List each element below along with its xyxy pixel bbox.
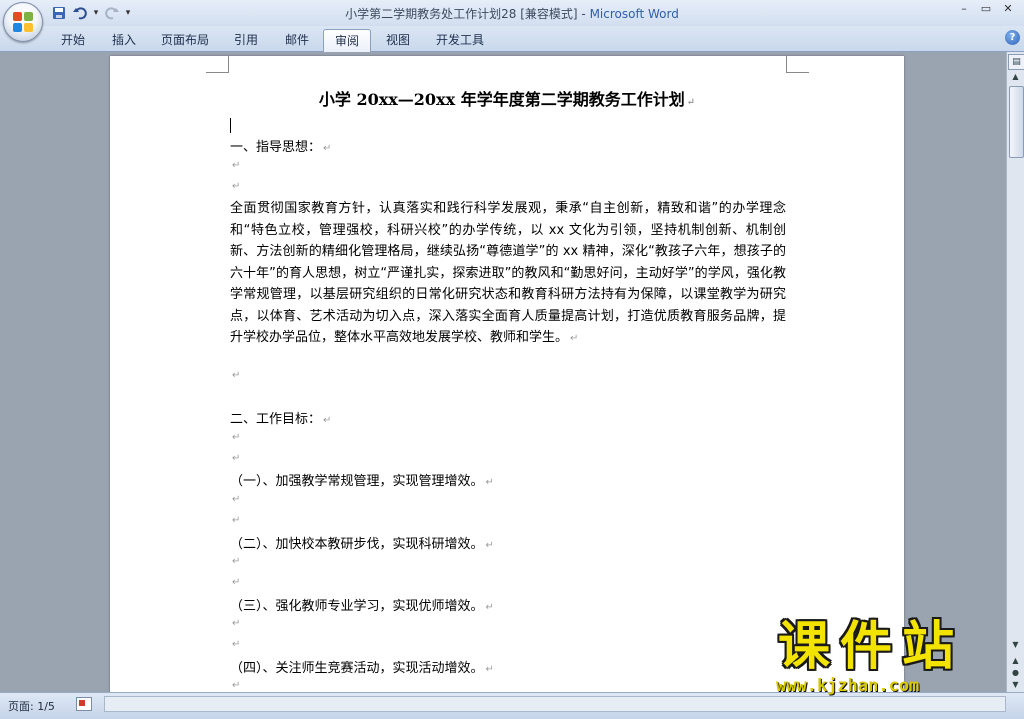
title-bar: ▾ ▾ 小学第二学期教务处工作计划28 [兼容模式] - Microsoft W… bbox=[0, 0, 1024, 26]
paragraph-mark: ↵ bbox=[485, 664, 494, 675]
restore-icon[interactable]: ▭ bbox=[976, 2, 996, 18]
paragraph-mark: ↵ bbox=[323, 143, 332, 154]
goal-item-1: （一）、加强教学常规管理，实现管理增效。 ↵ bbox=[230, 470, 494, 489]
tab-insert[interactable]: 插入 bbox=[99, 29, 149, 51]
section1-heading-text: 一、指导思想： bbox=[230, 140, 322, 155]
scroll-down-icon[interactable]: ▼ bbox=[1008, 638, 1023, 651]
tab-references[interactable]: 引用 bbox=[221, 29, 271, 51]
tab-developer[interactable]: 开发工具 bbox=[425, 29, 495, 51]
goal-item-4: （四）、关注师生竞赛活动，实现活动增效。 ↵ bbox=[230, 657, 494, 676]
paragraph-mark: ↵ bbox=[232, 618, 241, 629]
page-indicator[interactable]: 页面: 1/5 bbox=[8, 698, 55, 714]
paragraph-mark: ↵ bbox=[232, 181, 241, 192]
app-name: Microsoft Word bbox=[589, 7, 679, 21]
paragraph-mark: ↵ bbox=[323, 415, 332, 426]
text-cursor bbox=[230, 118, 231, 133]
title-separator: - bbox=[577, 7, 590, 21]
vertical-scrollbar[interactable]: ▤ ▲ ▼ ▲ ● ▼ bbox=[1006, 52, 1024, 692]
paragraph-mark: ↵ bbox=[485, 602, 494, 613]
document-title: 小学 20xx—20xx 年学年度第二学期教务工作计划 ↵ bbox=[230, 86, 784, 110]
paragraph-mark: ↵ bbox=[232, 639, 241, 650]
horizontal-scrollbar[interactable] bbox=[104, 696, 1006, 712]
redo-icon[interactable] bbox=[103, 4, 121, 22]
goal-item-4-text: （四）、关注师生竞赛活动，实现活动增效。 bbox=[230, 661, 484, 676]
section1-heading: 一、指导思想： ↵ bbox=[230, 136, 331, 155]
paragraph-mark: ↵ bbox=[232, 453, 241, 464]
window-controls: – ▭ ✕ bbox=[954, 2, 1018, 18]
paragraph-mark: ↵ bbox=[232, 494, 241, 505]
ruler-toggle-icon[interactable]: ▤ bbox=[1008, 54, 1024, 70]
paragraph-mark: ↵ bbox=[570, 333, 579, 344]
window-title: 小学第二学期教务处工作计划28 [兼容模式] - Microsoft Word bbox=[0, 5, 1024, 22]
paragraph-mark: ↵ bbox=[232, 515, 241, 526]
help-icon[interactable]: ? bbox=[1005, 30, 1020, 45]
watermark-url-text: www.kjzhan.com bbox=[776, 676, 920, 696]
office-logo-icon bbox=[13, 12, 33, 32]
document-page[interactable]: 小学 20xx—20xx 年学年度第二学期教务工作计划 ↵ 一、指导思想： ↵ ↵ … bbox=[110, 56, 904, 692]
proofing-status-icon[interactable] bbox=[76, 697, 92, 711]
paragraph-mark: ↵ bbox=[232, 432, 241, 443]
section2-heading: 二、工作目标： ↵ bbox=[230, 408, 331, 427]
goal-item-2-text: （二）、加快校本教研步伐，实现科研增效。 bbox=[230, 537, 484, 552]
crop-mark-top-left bbox=[206, 56, 229, 73]
close-icon[interactable]: ✕ bbox=[998, 2, 1018, 18]
ribbon-tab-bar: 开始 插入 页面布局 引用 邮件 审阅 视图 开发工具 ? bbox=[0, 26, 1024, 55]
quick-access-toolbar: ▾ ▾ bbox=[50, 3, 132, 23]
next-page-icon[interactable]: ▼ bbox=[1008, 678, 1023, 691]
document-title-text: 小学 20xx—20xx 年学年度第二学期教务工作计划 bbox=[318, 90, 685, 109]
guiding-paragraph-text: 全面贯彻国家教育方针，认真落实和践行科学发展观，秉承“自主创新，精致和谐”的办学… bbox=[230, 201, 786, 345]
customize-toolbar-icon[interactable]: ▾ bbox=[124, 8, 132, 18]
office-button[interactable] bbox=[3, 2, 43, 42]
paragraph-mark: ↵ bbox=[686, 97, 696, 108]
minimize-icon[interactable]: – bbox=[954, 2, 974, 18]
paragraph-mark: ↵ bbox=[232, 680, 241, 691]
paragraph-mark: ↵ bbox=[485, 540, 494, 551]
paragraph-mark: ↵ bbox=[232, 556, 241, 567]
document-name: 小学第二学期教务处工作计划28 [兼容模式] bbox=[345, 7, 578, 21]
scroll-thumb[interactable] bbox=[1009, 86, 1024, 158]
section2-heading-text: 二、工作目标： bbox=[230, 412, 322, 427]
document-area: 小学 20xx—20xx 年学年度第二学期教务工作计划 ↵ 一、指导思想： ↵ ↵ … bbox=[0, 52, 1006, 692]
scroll-up-icon[interactable]: ▲ bbox=[1008, 70, 1023, 84]
watermark-logo: 课件站 www.kjzhan.com bbox=[772, 618, 1004, 696]
goal-item-3-text: （三）、强化教师专业学习，实现优师增效。 bbox=[230, 599, 484, 614]
goal-item-3: （三）、强化教师专业学习，实现优师增效。 ↵ bbox=[230, 595, 494, 614]
undo-icon[interactable] bbox=[71, 4, 89, 22]
paragraph-mark: ↵ bbox=[485, 477, 494, 488]
paragraph-mark: ↵ bbox=[232, 577, 241, 588]
save-icon[interactable] bbox=[50, 4, 68, 22]
goal-item-2: （二）、加快校本教研步伐，实现科研增效。 ↵ bbox=[230, 533, 494, 552]
paragraph-mark: ↵ bbox=[232, 160, 241, 171]
tab-page-layout[interactable]: 页面布局 bbox=[150, 29, 220, 51]
status-bar: 页面: 1/5 bbox=[0, 692, 1024, 719]
guiding-paragraph: 全面贯彻国家教育方针，认真落实和践行科学发展观，秉承“自主创新，精致和谐”的办学… bbox=[230, 198, 786, 350]
undo-dropdown-icon[interactable]: ▾ bbox=[92, 8, 100, 18]
watermark-cn-text: 课件站 bbox=[778, 617, 965, 677]
tab-view[interactable]: 视图 bbox=[372, 29, 424, 51]
tab-mailings[interactable]: 邮件 bbox=[272, 29, 322, 51]
paragraph-mark: ↵ bbox=[232, 370, 241, 381]
tab-home[interactable]: 开始 bbox=[48, 29, 98, 51]
goal-item-1-text: （一）、加强教学常规管理，实现管理增效。 bbox=[230, 474, 484, 489]
crop-mark-top-right bbox=[786, 56, 809, 73]
